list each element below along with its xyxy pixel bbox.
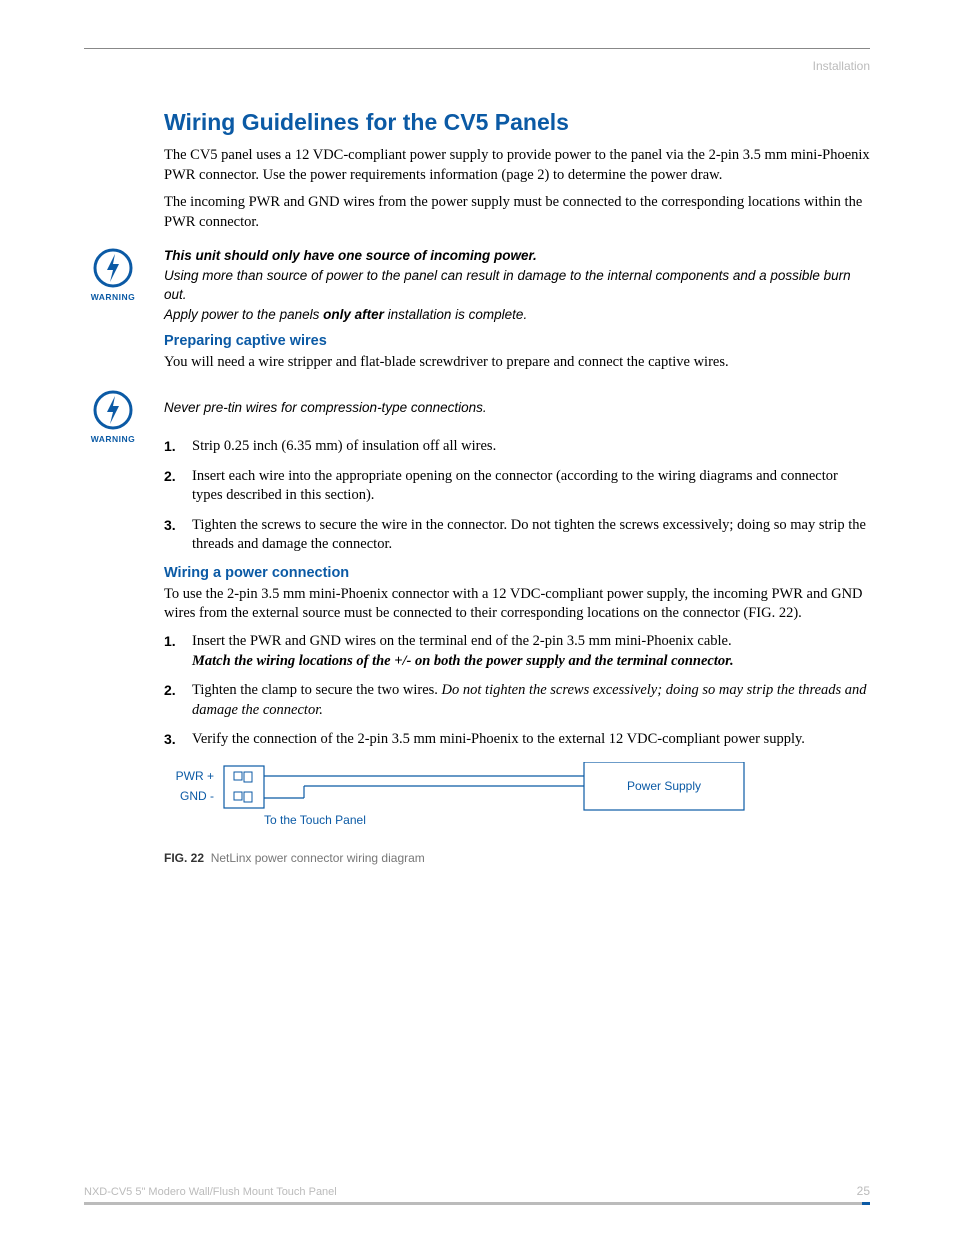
warning-line2c: installation is complete. (384, 307, 527, 322)
footer-title: NXD-CV5 5" Modero Wall/Flush Mount Touch… (84, 1186, 337, 1198)
list-item: Insert each wire into the appropriate op… (164, 467, 870, 506)
warning-label: WARNING (84, 434, 142, 444)
list-text: Tighten the clamp to secure the two wire… (192, 682, 442, 698)
diagram-psu-label: Power Supply (627, 779, 701, 793)
list-item: Strip 0.25 inch (6.35 mm) of insulation … (164, 437, 870, 457)
diagram-pwr-label: PWR + (176, 769, 214, 783)
list-text-bold: Match the wiring locations of the +/- on… (192, 653, 734, 669)
diagram-touch-label: To the Touch Panel (264, 813, 366, 827)
warning-icon: WARNING (84, 246, 142, 302)
page-title: Wiring Guidelines for the CV5 Panels (164, 109, 870, 136)
figure-caption-text: NetLinx power connector wiring diagram (211, 851, 425, 865)
warning-line1: Using more than source of power to the p… (164, 268, 851, 303)
list-item: Insert the PWR and GND wires on the term… (164, 632, 870, 671)
warning-note-2: Never pre-tin wires for compression-type… (164, 380, 870, 431)
figure-caption: FIG. 22 NetLinx power connector wiring d… (164, 851, 870, 865)
subheading-preparing: Preparing captive wires (164, 333, 870, 349)
figure-label: FIG. 22 (164, 851, 204, 865)
list-item: Tighten the clamp to secure the two wire… (164, 681, 870, 720)
warning-bold: This unit should only have one source of… (164, 248, 537, 263)
list-item: Verify the connection of the 2-pin 3.5 m… (164, 730, 870, 750)
intro-paragraph-1: The CV5 panel uses a 12 VDC-compliant po… (164, 146, 870, 185)
page-number: 25 (857, 1184, 870, 1198)
preparing-list: Strip 0.25 inch (6.35 mm) of insulation … (164, 437, 870, 555)
list-text: Insert the PWR and GND wires on the term… (192, 633, 732, 649)
wiring-body: To use the 2-pin 3.5 mm mini-Phoenix con… (164, 585, 870, 624)
intro-paragraph-2: The incoming PWR and GND wires from the … (164, 193, 870, 232)
preparing-body: You will need a wire stripper and flat-b… (164, 353, 870, 373)
diagram-gnd-label: GND - (180, 789, 214, 803)
wiring-diagram: PWR + GND - To the Touch Panel Power Sup… (164, 762, 764, 842)
list-item: Tighten the screws to secure the wire in… (164, 516, 870, 555)
figure-22: PWR + GND - To the Touch Panel Power Sup… (164, 762, 870, 865)
warning-line2a: Apply power to the panels (164, 307, 323, 322)
wiring-list: Insert the PWR and GND wires on the term… (164, 632, 870, 750)
subheading-wiring: Wiring a power connection (164, 565, 870, 581)
warning-icon: WARNING (84, 388, 142, 444)
warning-line2b: only after (323, 307, 384, 322)
section-header: Installation (84, 59, 870, 73)
warning-label: WARNING (84, 292, 142, 302)
warning-note-1: This unit should only have one source of… (164, 246, 870, 324)
